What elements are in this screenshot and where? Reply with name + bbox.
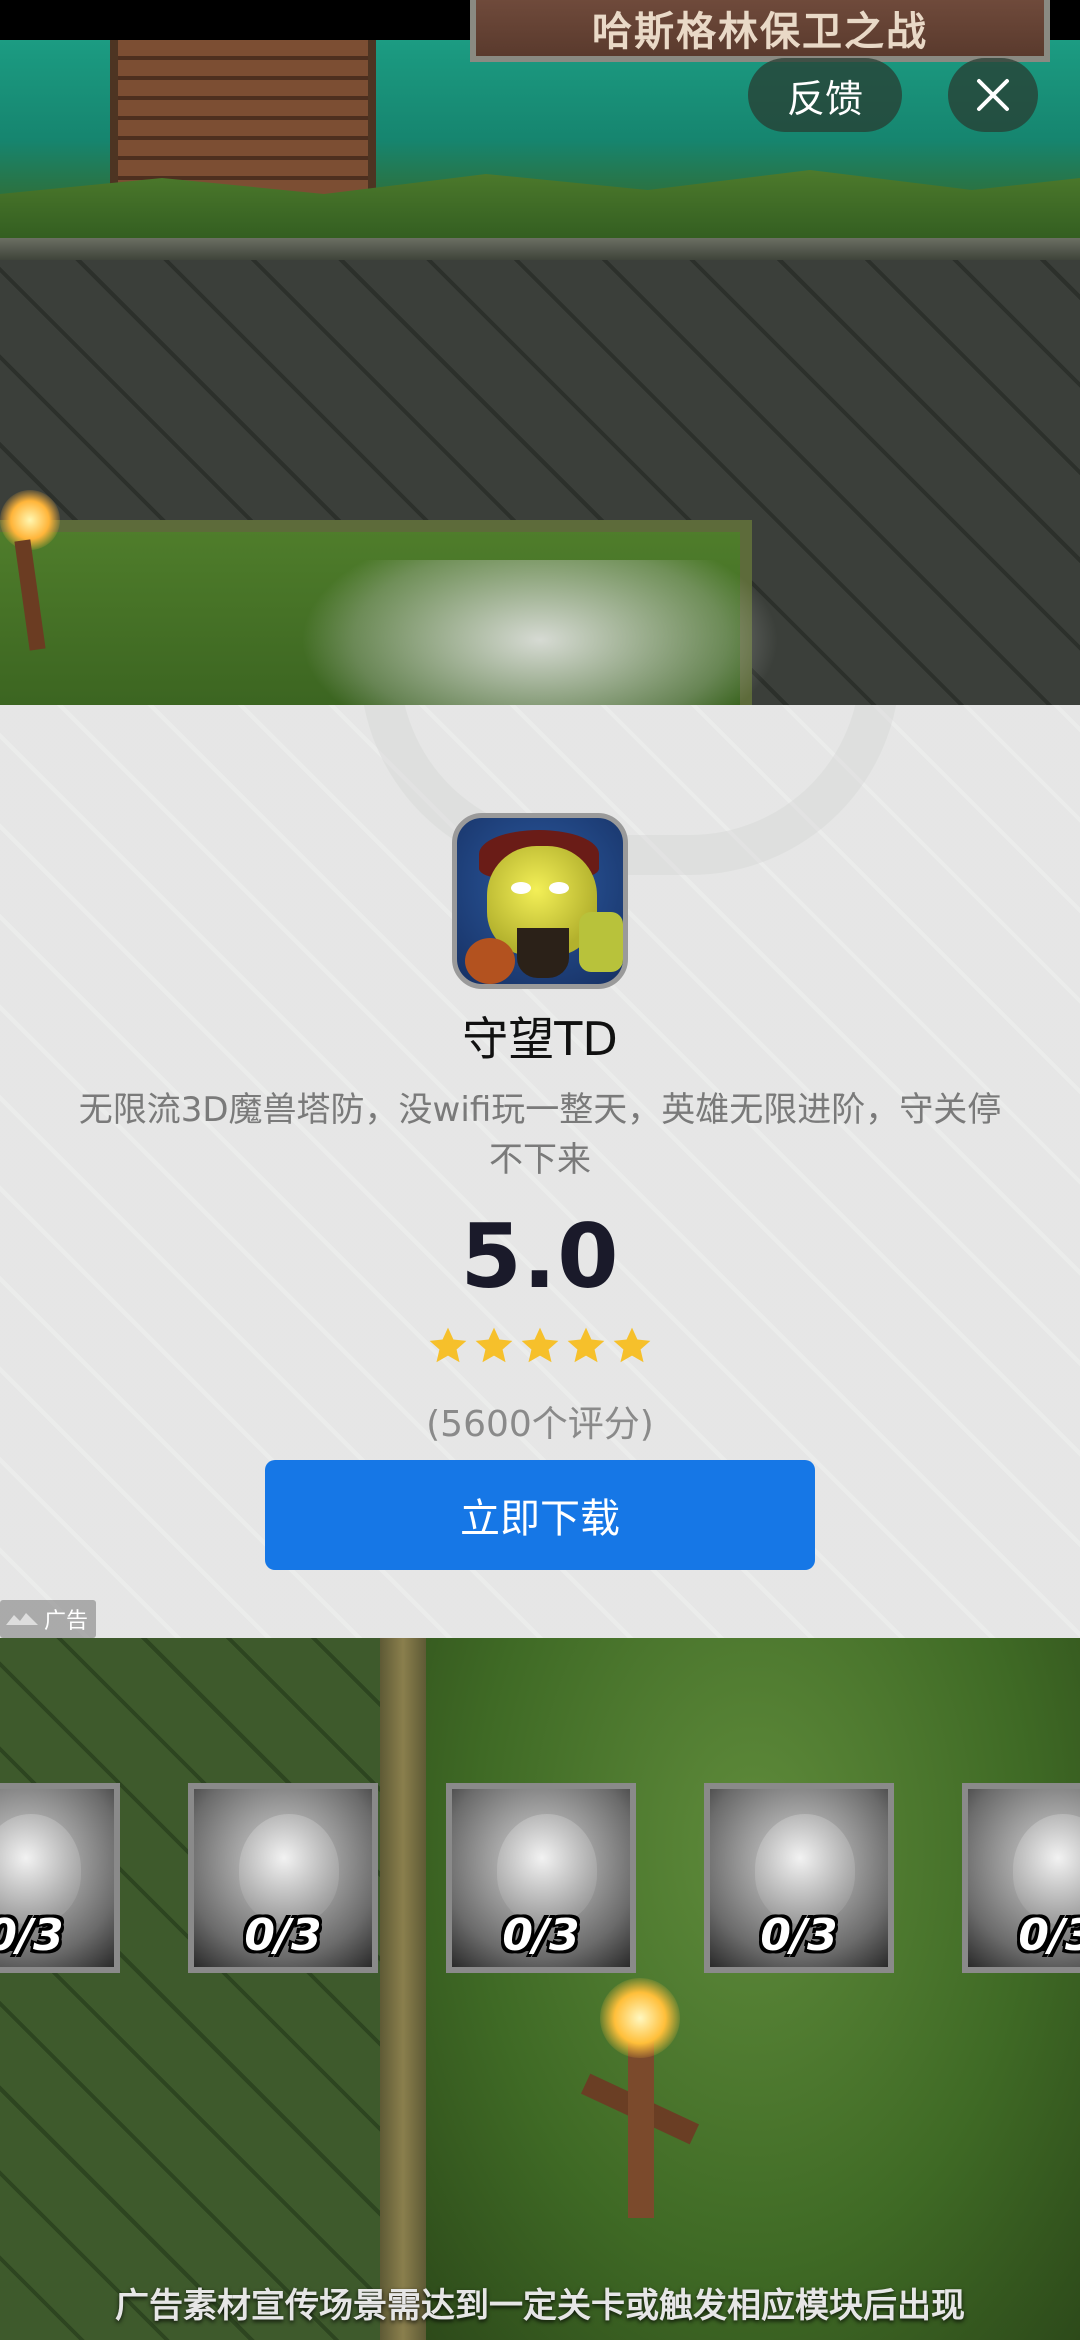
hero-portrait-row: 0/3 0/3 0/3 0/3 0/3 <box>0 1783 1080 1973</box>
star-icon <box>521 1327 559 1363</box>
hero-portrait[interactable]: 0/3 <box>0 1783 120 1973</box>
ad-card[interactable]: 守望TD 无限流3D魔兽塔防，没wifi玩一整天，英雄无限进阶，守关停不下来 5… <box>0 705 1080 1638</box>
hero-portrait[interactable]: 0/3 <box>446 1783 636 1973</box>
hero-count: 0/3 <box>0 1910 64 1961</box>
ad-disclaimer: 广告素材宣传场景需达到一定关卡或触发相应模块后出现 <box>115 2286 965 2326</box>
level-title-banner: 哈斯格林保卫之战 <box>470 0 1050 62</box>
feedback-button[interactable]: 反馈 <box>748 58 902 132</box>
star-icon <box>567 1327 605 1363</box>
close-icon <box>977 79 1009 111</box>
hero-statue <box>300 560 780 705</box>
torch-icon <box>580 1978 700 2238</box>
hero-count: 0/3 <box>244 1910 322 1961</box>
hero-count: 0/3 <box>760 1910 838 1961</box>
star-icon <box>613 1327 651 1363</box>
app-name: 守望TD <box>462 1012 618 1066</box>
hero-portrait[interactable]: 0/3 <box>188 1783 378 1973</box>
app-description: 无限流3D魔兽塔防，没wifi玩一整天，英雄无限进阶，守关停不下来 <box>78 1090 1002 1180</box>
hero-portrait[interactable]: 0/3 <box>704 1783 894 1973</box>
hero-portrait[interactable]: 0/3 <box>962 1783 1080 1973</box>
stone-divider <box>380 1638 426 2340</box>
game-scene-bottom: 0/3 0/3 0/3 0/3 0/3 广告素材宣传场景需达到一定关卡或触发相应… <box>0 1638 1080 2340</box>
rating-score: 5.0 <box>460 1205 620 1308</box>
ad-logo-icon <box>6 1613 38 1625</box>
game-scene-top: 哈斯格林保卫之战 <box>0 0 1080 705</box>
star-rating <box>0 1325 1080 1375</box>
hero-count: 0/3 <box>1018 1910 1080 1961</box>
close-button[interactable] <box>948 58 1038 132</box>
star-icon <box>429 1327 467 1363</box>
torch-icon <box>0 490 60 651</box>
app-icon[interactable] <box>452 813 628 989</box>
download-button[interactable]: 立即下载 <box>265 1460 815 1570</box>
ad-label: 广告 <box>44 1609 89 1634</box>
ad-badge: 广告 <box>0 1600 97 1638</box>
star-icon <box>475 1327 513 1363</box>
hero-count: 0/3 <box>502 1910 580 1961</box>
stone-rail <box>0 238 1080 260</box>
rating-count: (5600个评分) <box>426 1404 654 1445</box>
grass-field <box>426 1638 1080 2340</box>
